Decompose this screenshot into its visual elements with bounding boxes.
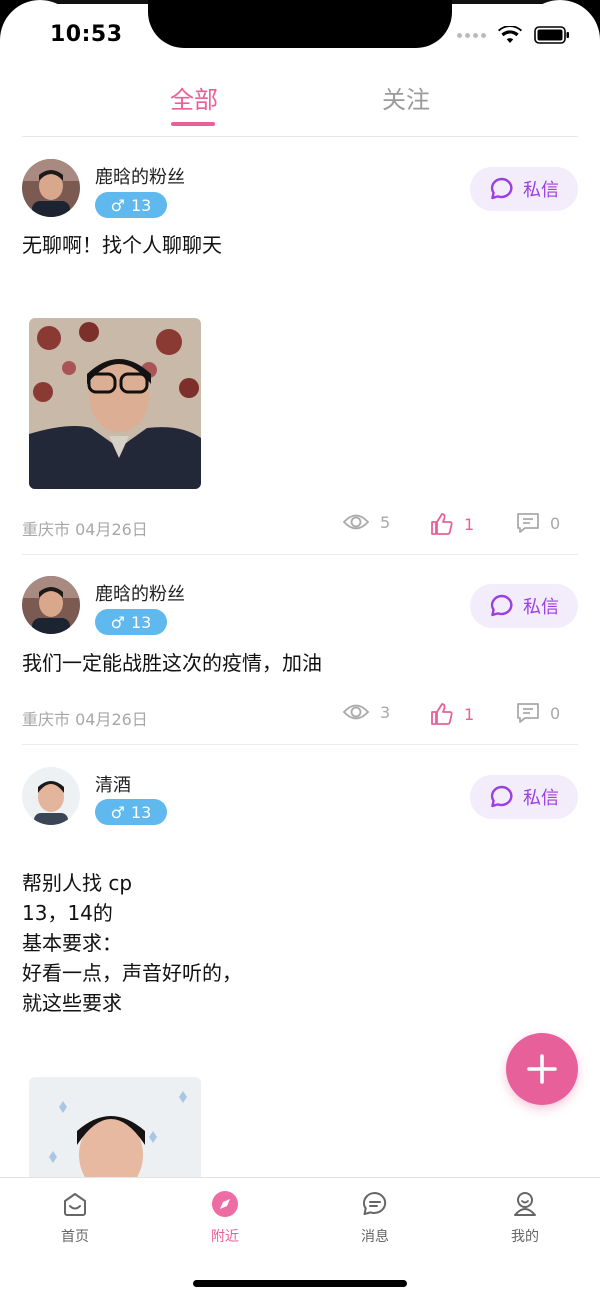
battery-icon [534,26,569,44]
avatar[interactable] [22,767,80,825]
likes-value: 1 [464,704,475,724]
avatar-photo [22,159,80,217]
post-text: 我们一定能战胜这次的疫情，加油 [22,651,322,675]
active-tab-indicator [171,122,215,126]
tab-profile-label: 我的 [511,1229,539,1245]
status-icons [457,26,570,44]
view-count: 3 [342,702,390,722]
tab-profile[interactable]: 我的 [485,1190,565,1246]
age-value: 13 [130,195,152,215]
post-username[interactable]: 鹿晗的粉丝 [95,163,185,189]
tab-home-label: 首页 [61,1229,89,1245]
private-message-button[interactable]: 私信 [470,584,578,628]
views-value: 5 [380,512,391,532]
age-value: 13 [130,612,152,632]
selfie-image [29,318,201,489]
male-icon: ♂ [110,802,125,822]
tab-following[interactable]: 关注 [382,80,430,115]
device-notch [148,0,452,48]
dm-label: 私信 [523,597,559,618]
chat-bubble-icon [490,594,513,617]
dm-label: 私信 [523,180,559,201]
comments-value: 0 [550,703,561,723]
comments-value: 0 [550,513,561,533]
gender-age-badge: ♂ 13 [95,799,167,825]
feed-tabs: 全部 关注 [0,70,600,136]
chat-bubble-icon [490,177,513,200]
app-screen: 10:53 全部 关注 鹿晗的粉丝 ♂ 13 私信 无聊啊！找个人聊聊天 重庆市… [0,0,600,1299]
message-icon [363,1191,387,1215]
eye-icon [342,704,370,720]
post-username[interactable]: 清酒 [95,771,131,797]
like-button[interactable]: 1 [430,702,474,726]
like-button[interactable]: 1 [430,512,474,536]
comment-button[interactable]: 0 [516,702,560,724]
screen-corner-left [0,0,80,80]
cellular-signal-icon [457,32,486,38]
gender-age-badge: ♂ 13 [95,609,167,635]
location-date: 重庆市 04月26日 [22,710,148,729]
dm-label: 私信 [523,788,559,809]
post-text: 帮别人找 cp 13，14的 基本要求： 好看一点，声音好听的， 就这些要求 [22,871,242,1015]
age-value: 13 [130,802,152,822]
male-icon: ♂ [110,195,125,215]
tab-messages[interactable]: 消息 [335,1190,415,1246]
post-photo[interactable] [29,1077,201,1177]
wifi-icon [498,26,522,43]
post-photo[interactable] [29,318,201,489]
home-icon [64,1193,86,1216]
private-message-button[interactable]: 私信 [470,167,578,211]
tab-home[interactable]: 首页 [35,1190,115,1246]
gender-age-badge: ♂ 13 [95,192,167,218]
post-username[interactable]: 鹿晗的粉丝 [95,580,185,606]
eye-icon [342,514,370,530]
comment-icon [517,513,539,533]
male-icon: ♂ [110,612,125,632]
post-divider [22,554,578,555]
home-indicator[interactable] [193,1280,407,1287]
thumbs-up-icon [431,513,453,535]
tab-nearby-label: 附近 [211,1229,239,1245]
post-meta: 重庆市 04月26日 5 1 0 [22,512,578,542]
thumbs-up-icon [431,703,453,725]
private-message-button[interactable]: 私信 [470,775,578,819]
comment-button[interactable]: 0 [516,512,560,534]
likes-value: 1 [464,514,475,534]
tab-nearby[interactable]: 附近 [185,1190,265,1246]
views-value: 3 [380,702,391,722]
comment-icon [517,703,539,723]
post-text: 无聊啊！找个人聊聊天 [22,233,222,257]
avatar-photo [22,576,80,634]
status-time: 10:53 [50,22,123,47]
post-divider [22,744,578,745]
avatar[interactable] [22,159,80,217]
avatar-photo [22,767,80,825]
profile-icon [514,1192,536,1216]
view-count: 5 [342,512,390,532]
tab-messages-label: 消息 [361,1229,389,1245]
plus-icon [527,1054,557,1084]
compass-icon [212,1191,238,1217]
tabs-divider [22,136,578,137]
tab-all[interactable]: 全部 [170,80,218,115]
selfie-image [29,1077,201,1177]
location-date: 重庆市 04月26日 [22,520,148,539]
avatar[interactable] [22,576,80,634]
create-post-button[interactable] [506,1033,578,1105]
post-meta: 重庆市 04月26日 3 1 0 [22,702,578,732]
chat-bubble-icon [490,785,513,808]
